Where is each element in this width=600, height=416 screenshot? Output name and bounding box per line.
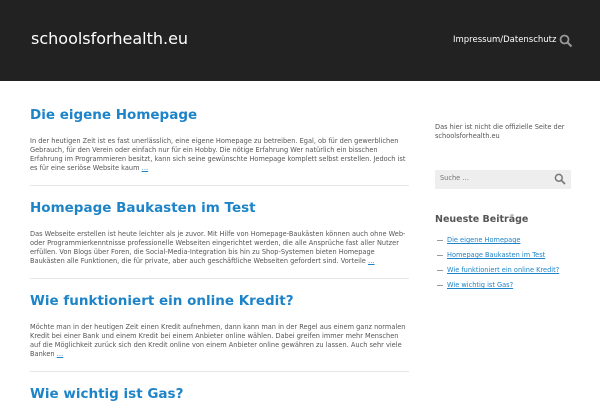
post-excerpt-text: In der heutigen Zeit ist es fast unerläs… [30, 137, 406, 172]
divider [30, 278, 409, 279]
recent-post-link[interactable]: Wie wichtig ist Gas? [447, 281, 513, 289]
post: Wie funktioniert ein online Kredit? Möch… [30, 293, 409, 359]
recent-post-link[interactable]: Wie funktioniert ein online Kredit? [447, 266, 559, 274]
post-excerpt: Möchte man in der heutigen Zeit einen Kr… [30, 323, 409, 359]
post-title-text[interactable]: Homepage Baukasten im Test [30, 200, 256, 216]
recent-posts-list: Die eigene Homepage Homepage Baukasten i… [437, 236, 577, 296]
recent-post-link[interactable]: Die eigene Homepage [447, 236, 520, 244]
list-item: Wie funktioniert ein online Kredit? [437, 266, 577, 275]
post-title-text[interactable]: Wie funktioniert ein online Kredit? [30, 293, 294, 309]
sidebar-search[interactable] [435, 170, 571, 189]
post: Wie wichtig ist Gas? [30, 386, 409, 402]
list-item: Wie wichtig ist Gas? [437, 281, 577, 290]
divider [30, 185, 409, 186]
recent-posts-title: Neueste Beiträge [435, 214, 529, 225]
site-description: Das hier ist nicht die offizielle Seite … [435, 123, 565, 140]
post-excerpt: In der heutigen Zeit ist es fast unerläs… [30, 137, 409, 173]
post-title[interactable]: Die eigene Homepage [30, 107, 409, 123]
search-icon[interactable] [559, 34, 573, 48]
site-title[interactable]: schoolsforhealth.eu [31, 29, 188, 48]
post: Homepage Baukasten im Test Das Webseite … [30, 200, 409, 266]
search-icon[interactable] [554, 173, 566, 185]
list-item: Homepage Baukasten im Test [437, 251, 577, 260]
recent-post-link[interactable]: Homepage Baukasten im Test [447, 251, 545, 259]
post-excerpt-text: Das Webseite erstellen ist heute leichte… [30, 230, 406, 265]
post-title-text[interactable]: Die eigene Homepage [30, 107, 197, 123]
site-header: schoolsforhealth.eu Impressum/Datenschut… [0, 0, 600, 81]
post-excerpt: Das Webseite erstellen ist heute leichte… [30, 230, 409, 266]
post-title[interactable]: Wie funktioniert ein online Kredit? [30, 293, 409, 309]
post-title[interactable]: Wie wichtig ist Gas? [30, 386, 409, 402]
sidebar: Das hier ist nicht die offizielle Seite … [435, 123, 571, 141]
search-input[interactable] [440, 174, 540, 182]
read-more-link[interactable]: … [368, 257, 375, 265]
read-more-link[interactable]: … [57, 350, 64, 358]
nav-link-impressum[interactable]: Impressum/Datenschutz [453, 35, 556, 45]
post-title[interactable]: Homepage Baukasten im Test [30, 200, 409, 216]
read-more-link[interactable]: … [142, 164, 149, 172]
list-item: Die eigene Homepage [437, 236, 577, 245]
post-excerpt-text: Möchte man in der heutigen Zeit einen Kr… [30, 323, 406, 358]
post: Die eigene Homepage In der heutigen Zeit… [30, 107, 409, 173]
main-content: Die eigene Homepage In der heutigen Zeit… [30, 107, 409, 416]
post-title-text[interactable]: Wie wichtig ist Gas? [30, 386, 183, 402]
divider [30, 371, 409, 372]
